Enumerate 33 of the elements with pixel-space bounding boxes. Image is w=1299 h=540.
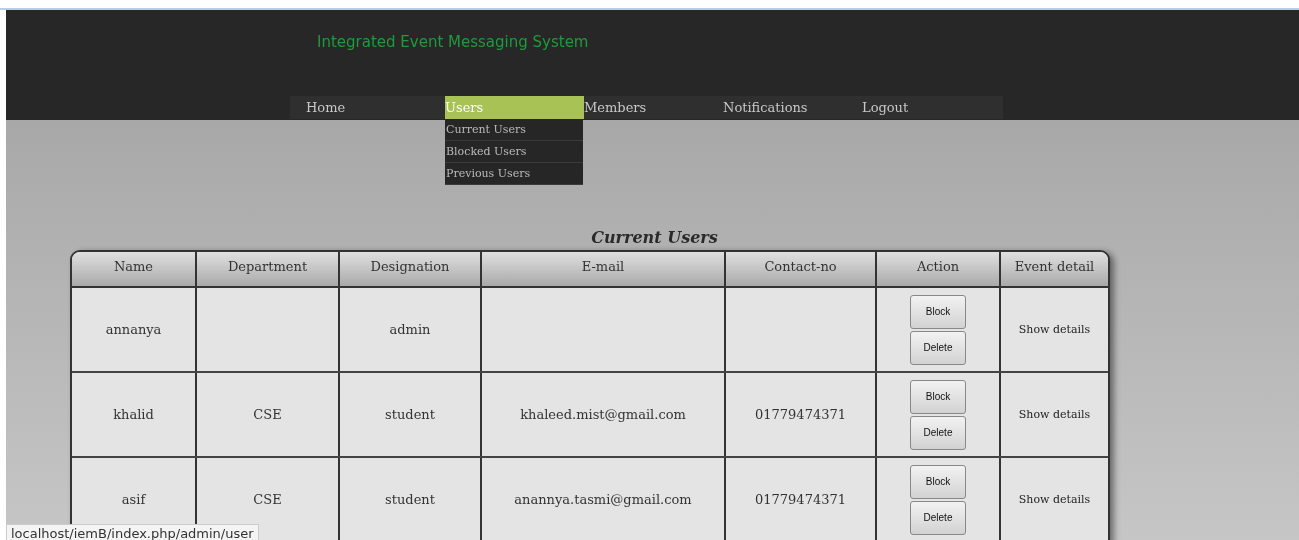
table-cell: student xyxy=(340,373,482,456)
table-cell: admin xyxy=(340,288,482,371)
nav-item[interactable]: Logout xyxy=(862,96,1001,119)
column-header: Contact-no xyxy=(726,252,877,286)
action-button[interactable]: Delete xyxy=(910,500,966,535)
show-details-link[interactable]: Show details xyxy=(1018,408,1091,421)
nav-item[interactable]: Home xyxy=(306,96,445,119)
action-button[interactable]: Delete xyxy=(910,330,966,365)
column-header: Action xyxy=(877,252,1001,286)
action-button[interactable]: Delete xyxy=(910,415,966,450)
table-cell: anannya.tasmi@gmail.com xyxy=(482,458,726,540)
action-button[interactable]: Block xyxy=(910,379,966,414)
table-cell: annanya xyxy=(72,288,197,371)
column-header: E-mail xyxy=(482,252,726,286)
column-header: Department xyxy=(197,252,340,286)
table-cell: CSE xyxy=(197,373,340,456)
table-cell: 01779474371 xyxy=(726,373,877,456)
nav-item[interactable]: Members xyxy=(584,96,723,119)
action-button[interactable]: Block xyxy=(910,294,966,329)
column-header: Event detail xyxy=(1013,258,1096,276)
nav-item[interactable]: Notifications xyxy=(723,96,862,119)
show-details-link[interactable]: Show details xyxy=(1018,323,1091,336)
page-title: Current Users xyxy=(590,228,719,249)
column-header: Name xyxy=(72,252,197,286)
show-details-link[interactable]: Show details xyxy=(1018,493,1091,506)
status-bar: localhost/iemB/index.php/admin/user xyxy=(6,524,259,540)
table-cell: 01779474371 xyxy=(726,458,877,540)
action-button[interactable]: Block xyxy=(910,464,966,499)
column-header: Designation xyxy=(340,252,482,286)
table-cell: student xyxy=(340,458,482,540)
site-title: Integrated Event Messaging System xyxy=(317,33,589,51)
table-cell: khaleed.mist@gmail.com xyxy=(482,373,726,456)
table-cell: khalid xyxy=(72,373,197,456)
